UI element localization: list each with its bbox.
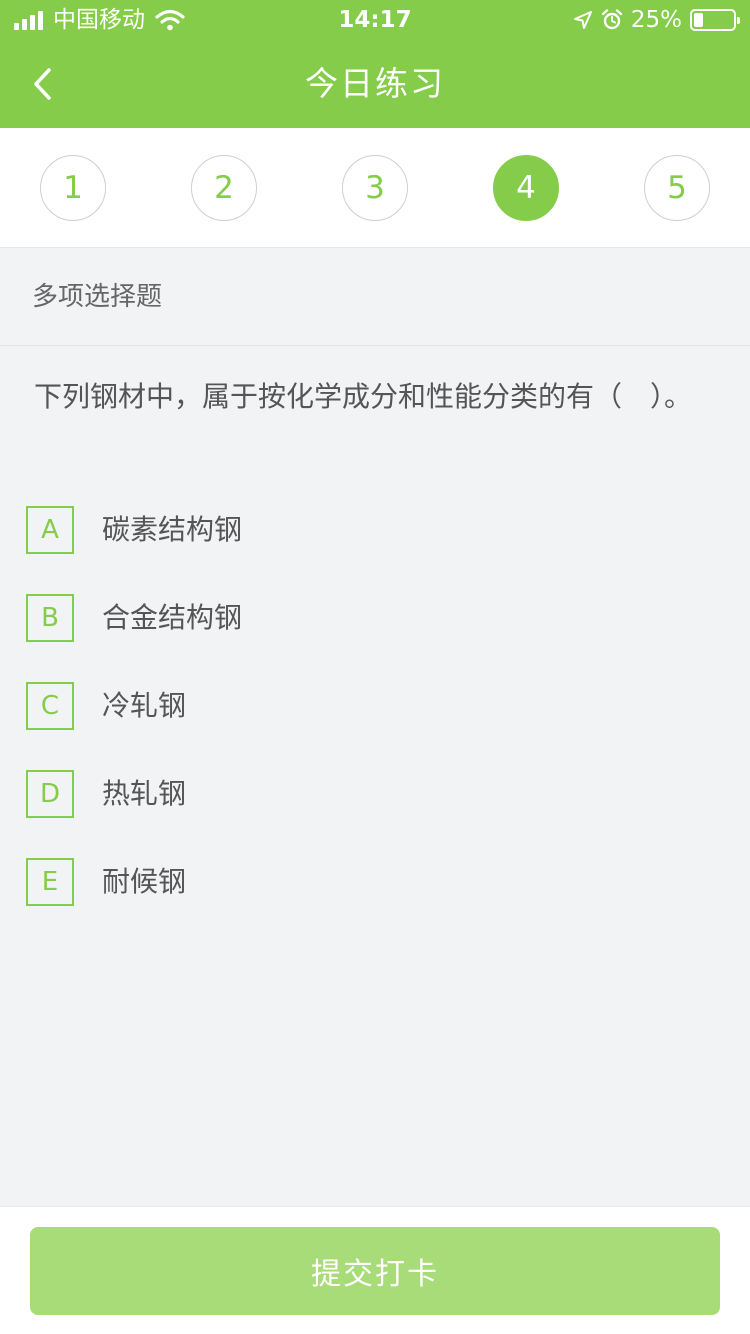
submit-checkin-button[interactable]: 提交打卡	[30, 1227, 720, 1315]
question-number-row: 1 2 3 4 5	[0, 128, 750, 248]
page-title: 今日练习	[305, 64, 445, 103]
option-text: 合金结构钢	[102, 601, 243, 634]
option-letter: C	[26, 682, 74, 730]
option-letter: E	[26, 858, 74, 906]
option-letter: B	[26, 594, 74, 642]
status-right: 25%	[573, 6, 740, 34]
option-letter: D	[26, 770, 74, 818]
practice-screen: 中国移动 14:17 25% 今日练习 1 2 3 4 5 多项选择题 下列钢材…	[0, 0, 750, 1334]
question-number-3[interactable]: 3	[342, 155, 408, 221]
nav-bar: 今日练习	[0, 40, 750, 128]
question-number-4[interactable]: 4	[493, 155, 559, 221]
app-header: 中国移动 14:17 25% 今日练习	[0, 0, 750, 128]
option-e[interactable]: E 耐候钢	[26, 852, 716, 912]
option-a[interactable]: A 碳素结构钢	[26, 500, 716, 560]
option-letter: A	[26, 506, 74, 554]
location-arrow-icon	[573, 11, 592, 29]
question-text: 下列钢材中，属于按化学成分和性能分类的有（ ）。	[34, 380, 693, 413]
question-number-5[interactable]: 5	[644, 155, 710, 221]
battery-icon	[690, 9, 740, 31]
alarm-icon	[601, 9, 623, 30]
option-text: 碳素结构钢	[102, 513, 243, 546]
battery-percent: 25%	[630, 7, 682, 33]
option-text: 热轧钢	[102, 777, 187, 810]
option-c[interactable]: C 冷轧钢	[26, 676, 716, 736]
footer-bar: 提交打卡	[0, 1206, 750, 1334]
question-type-label: 多项选择题	[32, 282, 163, 312]
question-number-2[interactable]: 2	[191, 155, 257, 221]
status-bar: 中国移动 14:17 25%	[0, 0, 750, 40]
option-text: 冷轧钢	[102, 689, 187, 722]
option-b[interactable]: B 合金结构钢	[26, 588, 716, 648]
option-d[interactable]: D 热轧钢	[26, 764, 716, 824]
option-text: 耐候钢	[102, 865, 187, 898]
question-type-bar: 多项选择题	[0, 248, 750, 346]
question-number-1[interactable]: 1	[40, 155, 106, 221]
